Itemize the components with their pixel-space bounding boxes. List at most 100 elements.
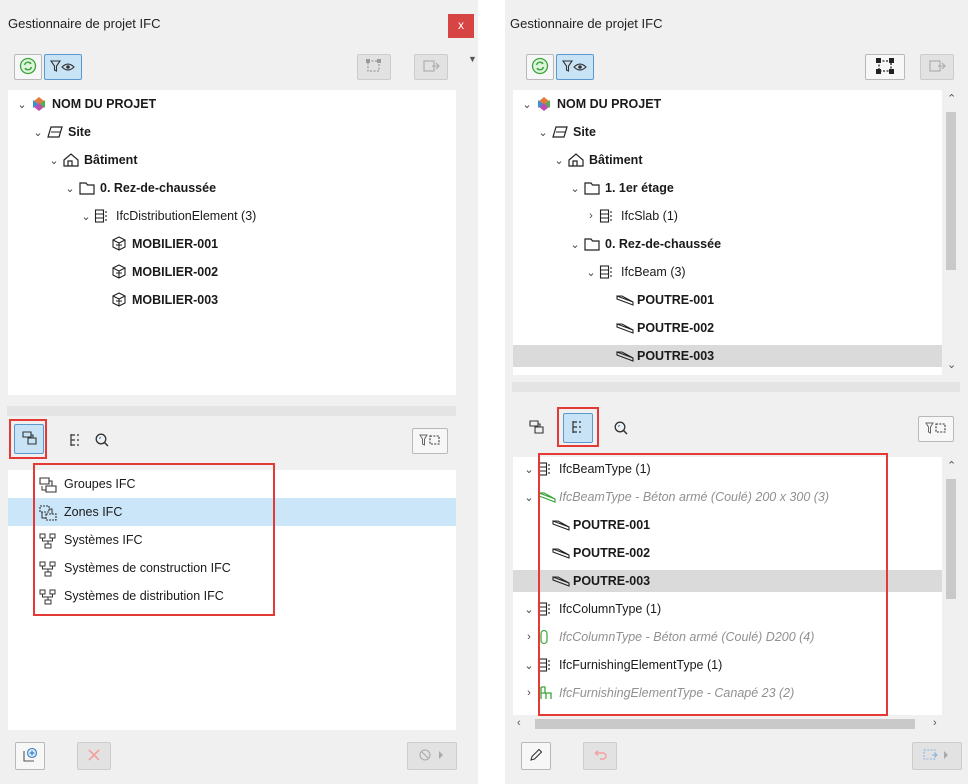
tree-item[interactable]: ⌄ 0. Rez-de-chaussée xyxy=(513,233,942,255)
tree-item[interactable]: ⌄ NOM DU PROJET xyxy=(513,93,942,115)
tree-scrollbar[interactable]: ⌃ ⌄ xyxy=(942,90,960,375)
tree-item[interactable]: ⌄ Site xyxy=(8,121,456,143)
tree-item[interactable]: ⌄ NOM DU PROJET xyxy=(8,93,456,115)
scroll-down-icon[interactable]: ⌄ xyxy=(947,358,956,371)
collapse-chevron-icon[interactable]: ⌄ xyxy=(585,266,597,279)
type-tree-icon xyxy=(570,419,586,438)
expand-chevron-icon[interactable]: › xyxy=(523,631,535,643)
scroll-up-icon[interactable]: ⌃ xyxy=(947,92,956,105)
type-tree-tab-button[interactable] xyxy=(563,413,593,443)
tree-item[interactable]: POUTRE-002 xyxy=(513,317,942,339)
assign-button[interactable] xyxy=(912,742,962,770)
tree-item-label: IfcFurnishingElementType - Canapé 23 (2) xyxy=(559,686,795,700)
type-tree-item[interactable]: ⌄ IfcColumnType (1) xyxy=(513,598,942,620)
groups-tab-icon[interactable] xyxy=(527,418,545,439)
filter-visibility-button[interactable] xyxy=(556,54,594,80)
collapse-chevron-icon[interactable]: ⌄ xyxy=(523,491,535,504)
horizontal-scrollbar[interactable]: ‹ › xyxy=(513,715,960,733)
unassign-button[interactable] xyxy=(583,742,617,770)
collapse-chevron-icon[interactable]: ⌄ xyxy=(80,210,92,223)
scroll-left-icon[interactable]: ‹ xyxy=(517,717,521,729)
scroll-right-icon[interactable]: › xyxy=(933,717,937,729)
type-tree-item[interactable]: ⌄ IfcBeamType - Béton armé (Coulé) 200 x … xyxy=(513,486,942,508)
tree-item[interactable]: MOBILIER-001 xyxy=(8,233,456,255)
refresh-button[interactable] xyxy=(526,54,554,80)
link-button[interactable] xyxy=(414,54,448,80)
type-tree-item[interactable]: ⌄ IfcBeamType (1) xyxy=(513,458,942,480)
group-list-item[interactable]: Groupes IFC xyxy=(8,470,456,498)
type-tree-item[interactable]: › IfcFurnishingElementType - Canapé 23 (2… xyxy=(513,682,942,704)
collapse-chevron-icon[interactable]: ⌄ xyxy=(64,182,76,195)
filter-visibility-button[interactable] xyxy=(44,54,82,80)
filter-icon xyxy=(418,433,442,450)
tree-item-label: IfcSlab (1) xyxy=(621,209,678,223)
collapse-chevron-icon[interactable]: ⌄ xyxy=(553,154,565,167)
collapse-chevron-icon[interactable]: ⌄ xyxy=(32,126,44,139)
panel-title: Gestionnaire de projet IFC xyxy=(8,16,161,31)
refresh-button[interactable] xyxy=(14,54,42,80)
collapse-chevron-icon[interactable]: ⌄ xyxy=(523,603,535,616)
group-list-item[interactable]: Systèmes IFC xyxy=(8,526,456,554)
close-button[interactable]: x xyxy=(448,14,474,38)
collapse-chevron-icon[interactable]: ⌄ xyxy=(523,463,535,476)
collapse-chevron-icon[interactable]: ⌄ xyxy=(523,659,535,672)
tree-item-label: Site xyxy=(68,125,91,139)
tree-item[interactable]: MOBILIER-002 xyxy=(8,261,456,283)
search-icon[interactable] xyxy=(94,432,110,451)
filter-options-button[interactable] xyxy=(412,428,448,454)
type-tree-item[interactable]: POUTRE-001 xyxy=(513,514,942,536)
expand-chevron-icon[interactable]: › xyxy=(523,687,535,699)
panel-menu-triangle-icon[interactable]: ▼ xyxy=(468,54,477,64)
type-tree-item[interactable]: › IfcColumnType - Béton armé (Coulé) D200… xyxy=(513,626,942,648)
groups-tab-button[interactable] xyxy=(14,424,44,454)
collapse-chevron-icon[interactable]: ⌄ xyxy=(569,182,581,195)
scroll-thumb[interactable] xyxy=(946,479,956,599)
scroll-thumb[interactable] xyxy=(535,719,915,729)
tree-item[interactable]: › IfcSlab (1) xyxy=(513,205,942,227)
beam-icon xyxy=(615,348,634,364)
new-group-button[interactable] xyxy=(15,742,45,770)
filter-options-button[interactable] xyxy=(918,416,954,442)
storey-icon xyxy=(583,236,601,252)
scroll-thumb[interactable] xyxy=(946,112,956,270)
delete-button[interactable] xyxy=(77,742,111,770)
tree-item[interactable]: ⌄ Site xyxy=(513,121,942,143)
tree-item[interactable]: POUTRE-001 xyxy=(513,289,942,311)
scroll-up-icon[interactable]: ⌃ xyxy=(947,459,956,472)
collapse-chevron-icon[interactable]: ⌄ xyxy=(16,98,28,111)
splitter[interactable] xyxy=(512,382,960,392)
collapse-chevron-icon[interactable]: ⌄ xyxy=(569,238,581,251)
splitter[interactable] xyxy=(7,406,456,416)
group-list-item[interactable]: Zones IFC xyxy=(8,498,456,526)
tree-item-label: IfcColumnType - Béton armé (Coulé) D200 … xyxy=(559,630,815,644)
search-icon[interactable] xyxy=(613,420,629,439)
collapse-chevron-icon[interactable]: ⌄ xyxy=(48,154,60,167)
spatial-tree: ⌄ NOM DU PROJET ⌄ Site ⌄ Bâtiment ⌄ 1. 1er étag… xyxy=(513,90,942,375)
type-tree-scrollbar[interactable]: ⌃ xyxy=(942,457,960,715)
tree-item[interactable]: POUTRE-003 xyxy=(513,345,942,367)
expand-chevron-icon[interactable]: › xyxy=(585,210,597,222)
type-tree-item[interactable]: POUTRE-002 xyxy=(513,542,942,564)
assign-button[interactable] xyxy=(407,742,457,770)
tree-item[interactable]: ⌄ IfcBeam (3) xyxy=(513,261,942,283)
tree-item-label: IfcBeamType - Béton armé (Coulé) 200 x 3… xyxy=(559,490,830,504)
link-button[interactable] xyxy=(920,54,954,80)
tree-item[interactable]: ⌄ Bâtiment xyxy=(8,149,456,171)
tree-item[interactable]: ⌄ 1. 1er étage xyxy=(513,177,942,199)
rename-button[interactable] xyxy=(521,742,551,770)
tree-item[interactable]: ⌄ 0. Rez-de-chaussée xyxy=(8,177,456,199)
select-in-model-button[interactable] xyxy=(357,54,391,80)
group-list-item[interactable]: Systèmes de construction IFC xyxy=(8,554,456,582)
tree-item-label: POUTRE-001 xyxy=(637,293,715,307)
select-in-model-button[interactable] xyxy=(865,54,905,80)
type-tree-item[interactable]: POUTRE-003 xyxy=(513,570,942,592)
type-tree-tab-icon[interactable] xyxy=(68,432,84,451)
tree-item[interactable]: ⌄ Bâtiment xyxy=(513,149,942,171)
collapse-chevron-icon[interactable]: ⌄ xyxy=(537,126,549,139)
tree-item[interactable]: ⌄ IfcDistributionElement (3) xyxy=(8,205,456,227)
group-list-item[interactable]: Systèmes de distribution IFC xyxy=(8,582,456,610)
type-tree-item[interactable]: ⌄ IfcFurnishingElementType (1) xyxy=(513,654,942,676)
tree-item[interactable]: MOBILIER-003 xyxy=(8,289,456,311)
collapse-chevron-icon[interactable]: ⌄ xyxy=(521,98,533,111)
beam-icon xyxy=(615,320,634,336)
